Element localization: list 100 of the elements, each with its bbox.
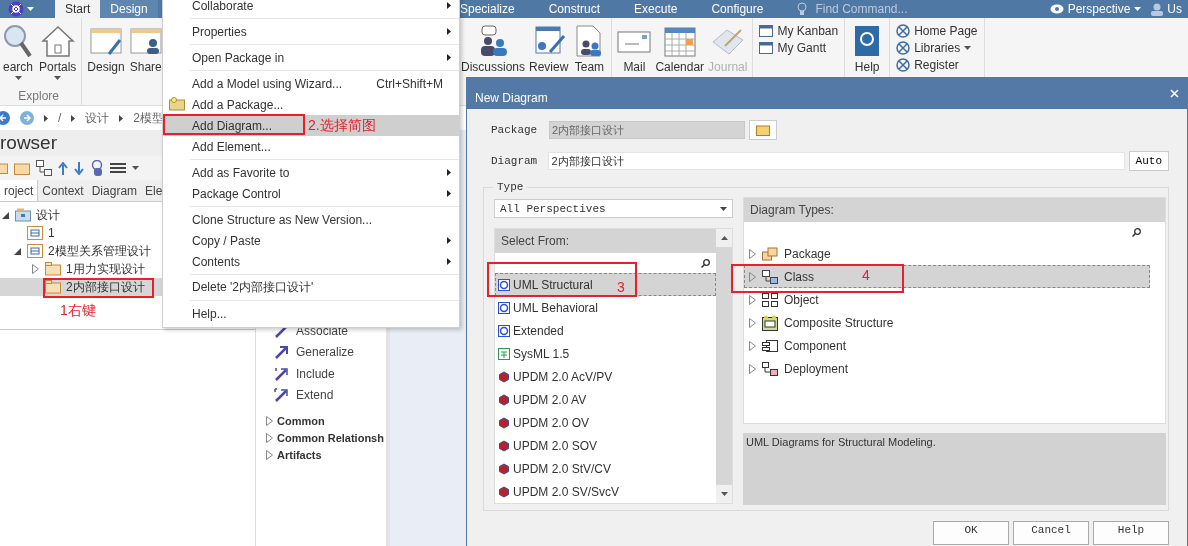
object-icon bbox=[762, 292, 778, 307]
diagram-name-field[interactable]: 2内部接口设计 bbox=[548, 152, 1125, 170]
down-arrow-icon[interactable] bbox=[74, 161, 84, 175]
hierarchy-icon[interactable] bbox=[36, 160, 52, 176]
list-item[interactable]: UPDM 2.0 StV/CV bbox=[495, 457, 716, 480]
globe-icon bbox=[896, 24, 911, 38]
folder-icon[interactable] bbox=[14, 161, 30, 175]
ribbon-button[interactable]: earch bbox=[0, 20, 36, 89]
list-item[interactable]: Extended bbox=[495, 319, 716, 342]
menu-item[interactable]: Open Package in bbox=[163, 47, 459, 68]
ribbon-tab[interactable]: Configure bbox=[711, 0, 764, 18]
toolbox-item[interactable]: Generalize bbox=[266, 341, 355, 363]
search-icon[interactable] bbox=[701, 258, 710, 268]
collapsed-arrow-icon[interactable] bbox=[749, 248, 756, 259]
toolbox-group[interactable]: Common bbox=[266, 412, 325, 429]
collapsed-arrow-icon[interactable] bbox=[749, 317, 756, 328]
arrow-icon bbox=[274, 366, 288, 381]
uml-icon bbox=[498, 301, 510, 314]
list-item[interactable]: Deployment bbox=[744, 357, 1150, 380]
collapsed-arrow-icon[interactable] bbox=[749, 340, 756, 351]
collapsed-arrow-icon[interactable] bbox=[266, 415, 273, 426]
ribbon-button[interactable]: Share bbox=[127, 20, 164, 105]
scroll-down-button[interactable] bbox=[716, 485, 732, 503]
toolbox-group[interactable]: Common Relationsh bbox=[266, 429, 384, 446]
ribbon-button[interactable]: Libraries bbox=[896, 41, 978, 55]
back-icon[interactable] bbox=[0, 111, 10, 125]
calendar-icon bbox=[662, 24, 697, 58]
list-item[interactable]: Composite Structure bbox=[744, 311, 1150, 334]
ribbon-button[interactable]: My Gantt bbox=[759, 41, 839, 55]
browse-button[interactable] bbox=[749, 120, 777, 140]
collapsed-arrow-icon[interactable] bbox=[31, 264, 39, 274]
menu-item[interactable]: Contents bbox=[163, 251, 459, 272]
toolbox-group[interactable]: Artifacts bbox=[266, 446, 322, 463]
panel-tab[interactable]: roject bbox=[0, 180, 39, 201]
ribbon-button[interactable]: Home Page bbox=[896, 24, 978, 38]
ribbon-button[interactable]: Mail bbox=[616, 20, 653, 105]
ribbon-tab[interactable]: Construct bbox=[548, 0, 601, 18]
collapsed-arrow-icon[interactable] bbox=[749, 363, 756, 374]
collapsed-arrow-icon[interactable] bbox=[749, 294, 756, 305]
search-icon[interactable] bbox=[1132, 227, 1141, 237]
list-item[interactable]: UPDM 2.0 OV bbox=[495, 411, 716, 434]
dialog-button[interactable]: Cancel bbox=[1013, 521, 1089, 545]
menu-item[interactable]: Help... bbox=[163, 303, 459, 324]
ribbon-tab[interactable]: Design bbox=[100, 0, 158, 18]
ribbon-tab[interactable]: Specialize bbox=[460, 0, 515, 18]
expanded-arrow-icon[interactable] bbox=[13, 247, 21, 255]
menu-item[interactable]: Add a Model using Wizard... Ctrl+Shift+M bbox=[163, 73, 459, 94]
toolbox-item[interactable]: Extend bbox=[266, 384, 334, 406]
ribbon-button[interactable]: Help bbox=[849, 20, 886, 105]
menu-item[interactable]: Clone Structure as New Version... bbox=[163, 209, 459, 230]
collapsed-arrow-icon[interactable] bbox=[749, 271, 756, 282]
list-item[interactable]: UPDM 2.0 AV bbox=[495, 388, 716, 411]
close-icon[interactable] bbox=[1170, 89, 1179, 98]
breadcrumb-item[interactable]: / bbox=[58, 111, 62, 125]
scroll-up-button[interactable] bbox=[716, 229, 732, 247]
list-item[interactable]: UML Behavioral bbox=[495, 296, 716, 319]
perspective-dropdown[interactable]: All Perspectives bbox=[494, 199, 733, 218]
list-item[interactable]: UPDM 2.0 SOV bbox=[495, 434, 716, 457]
caret-icon bbox=[720, 492, 728, 496]
ribbon-button[interactable]: Design bbox=[86, 20, 126, 105]
menu-item[interactable]: Copy / Paste bbox=[163, 230, 459, 251]
sysml-icon bbox=[498, 347, 510, 360]
menu-item[interactable]: Add a Package... bbox=[163, 94, 459, 115]
folder-icon bbox=[45, 262, 61, 276]
ribbon-button[interactable]: Portals bbox=[38, 20, 78, 89]
menu-item[interactable]: Add as Favorite to bbox=[163, 162, 459, 183]
ribbon-button[interactable]: My Kanban bbox=[759, 24, 839, 38]
user-menu[interactable]: Us bbox=[1167, 2, 1182, 16]
eye-icon bbox=[1049, 4, 1064, 14]
hexagon-icon bbox=[498, 485, 510, 498]
breadcrumb-item[interactable]: 设计 bbox=[85, 109, 110, 127]
menu-item[interactable]: Properties bbox=[163, 21, 459, 42]
list-item[interactable]: Package bbox=[744, 242, 1150, 265]
menu-item[interactable]: Collaborate bbox=[163, 0, 459, 16]
dialog-button[interactable]: Help bbox=[1093, 521, 1169, 545]
logo-icon bbox=[8, 1, 24, 17]
list-item[interactable]: UPDM 2.0 SV/SvcV bbox=[495, 480, 716, 503]
list-item[interactable]: Object bbox=[744, 288, 1150, 311]
expanded-arrow-icon[interactable] bbox=[1, 211, 9, 219]
list-item[interactable]: SysML 1.5 bbox=[495, 342, 716, 365]
dialog-button[interactable]: OK bbox=[933, 521, 1009, 545]
collapsed-arrow-icon[interactable] bbox=[266, 449, 273, 460]
perspective-menu[interactable]: Perspective bbox=[1067, 2, 1131, 16]
ribbon-button[interactable]: Register bbox=[896, 58, 978, 72]
ribbon-tab[interactable]: Start bbox=[55, 0, 101, 18]
up-arrow-icon[interactable] bbox=[58, 161, 68, 175]
auto-button[interactable]: Auto bbox=[1128, 151, 1169, 171]
list-item[interactable]: UPDM 2.0 AcV/PV bbox=[495, 365, 716, 388]
list-item[interactable]: Component bbox=[744, 334, 1150, 357]
folder-icon bbox=[15, 208, 31, 222]
ribbon-tab[interactable]: Execute bbox=[634, 0, 678, 18]
lightbulb-icon bbox=[797, 2, 808, 16]
forward-icon[interactable] bbox=[20, 111, 34, 125]
collapsed-arrow-icon[interactable] bbox=[266, 432, 273, 443]
menu-icon[interactable] bbox=[110, 162, 126, 174]
toolbox-item[interactable]: Include bbox=[266, 363, 335, 385]
panel-tab[interactable]: Diagram bbox=[87, 180, 142, 201]
annotation-label: 2.选择简图 bbox=[308, 117, 376, 135]
annotation-label: 3 bbox=[617, 279, 625, 295]
panel-tab[interactable]: Context bbox=[38, 180, 88, 201]
